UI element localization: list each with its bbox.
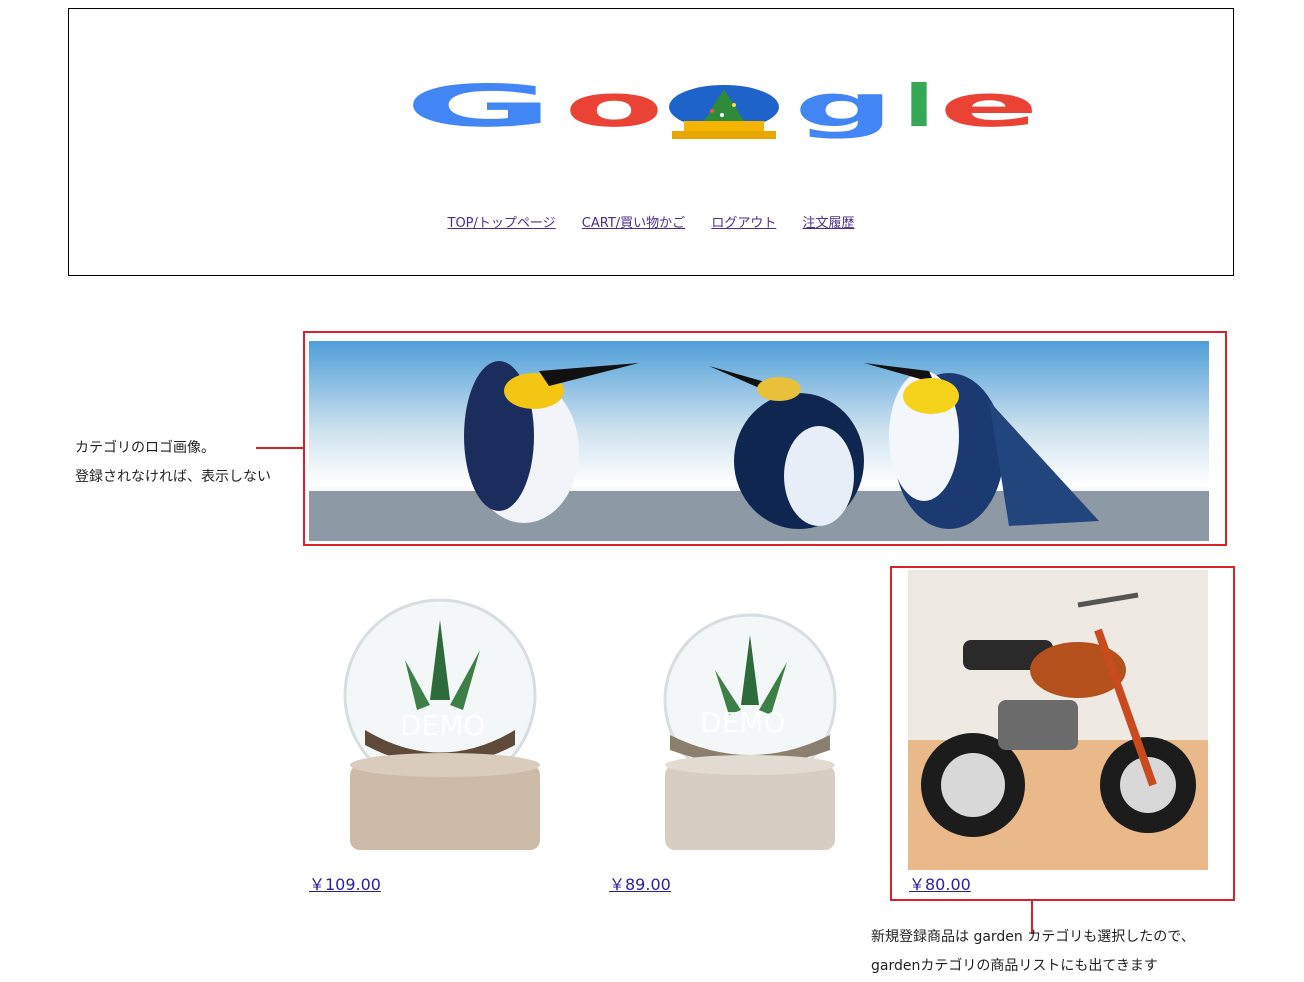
product-price-link[interactable]: ￥89.00 <box>609 871 671 895</box>
new-product-note-line2: gardenカテゴリの商品リストにも出てきます <box>871 958 1158 974</box>
category-logo-image <box>309 341 1209 541</box>
nav-logout-link[interactable]: ログアウト <box>711 216 776 231</box>
category-logo-note-line1: カテゴリのロゴ画像。 <box>75 440 215 456</box>
product-price-link[interactable]: ￥80.00 <box>909 871 971 895</box>
demo-watermark: DEMO <box>400 709 485 742</box>
svg-text:G: G <box>404 81 554 140</box>
category-logo-note-line2: 登録されなければ、表示しない <box>75 469 271 485</box>
nav-order-history-link[interactable]: 注文履歴 <box>802 216 854 231</box>
svg-text:o: o <box>564 81 664 140</box>
demo-watermark: DEMO <box>700 706 785 739</box>
nav-cart-link[interactable]: CART/買い物かご <box>582 216 685 231</box>
product-price-link[interactable]: ￥109.00 <box>309 871 381 895</box>
svg-text:g: g <box>794 81 894 140</box>
svg-text:l: l <box>904 81 934 140</box>
category-banner-highlight <box>303 331 1227 546</box>
new-product-note: 新規登録商品は garden カテゴリも選択したので、 gardenカテゴリの商… <box>871 923 1195 981</box>
product-image-terrarium-large[interactable]: DEMO <box>305 570 605 870</box>
new-product-note-line1: 新規登録商品は garden カテゴリも選択したので、 <box>871 929 1195 945</box>
product-image-motorcycle[interactable] <box>908 570 1208 870</box>
site-header: G o g l e TOP/トップページ CART/買い物かご ログアウト 注文… <box>68 8 1234 276</box>
product-image-terrarium-small[interactable]: DEMO <box>605 570 905 870</box>
nav-top-link[interactable]: TOP/トップページ <box>448 216 556 231</box>
google-doodle-logo[interactable]: G o g l e <box>404 81 1044 141</box>
svg-text:e: e <box>939 81 1039 140</box>
main-nav: TOP/トップページ CART/買い物かご ログアウト 注文履歴 <box>69 212 1233 231</box>
callout-leader-line <box>256 447 304 449</box>
category-logo-note: カテゴリのロゴ画像。 登録されなければ、表示しない <box>75 434 271 492</box>
